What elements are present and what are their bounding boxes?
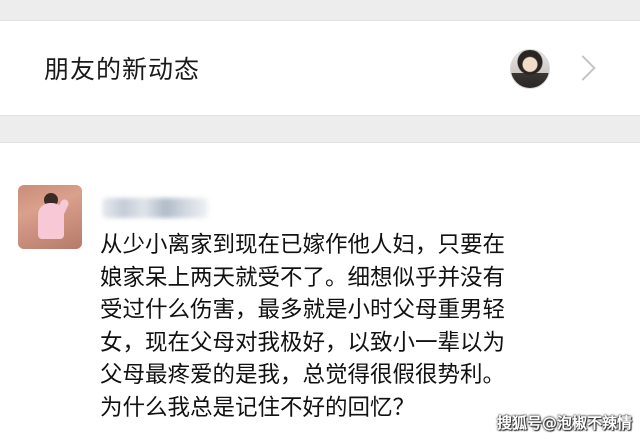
post-body: 从少小离家到现在已嫁作他人妇，只要在 娘家呆上两天就受不了。细想似乎并没有 受过… [100,229,600,424]
chevron-right-icon [570,55,596,81]
source-watermark: 搜狐号@泡椒不辣情 [496,414,632,432]
post-line: 娘家呆上两天就受不了。细想似乎并没有 [100,264,506,291]
post-line: 女，现在父母对我极好，以致小一辈以为 [100,329,506,356]
friends-updates-row[interactable]: 朋友的新动态 [0,20,640,116]
top-strip [0,0,640,20]
friends-updates-title: 朋友的新动态 [44,55,201,84]
post-card: 从少小离家到现在已嫁作他人妇，只要在 娘家呆上两天就受不了。细想似乎并没有 受过… [0,142,640,440]
author-name-blurred[interactable] [102,198,208,218]
post-line: 从少小离家到现在已嫁作他人妇，只要在 [100,232,506,258]
post-line: 父母最疼爱的是我，总觉得很假很势利。 [100,362,506,388]
friend-avatar [510,49,550,89]
post-line: 受过什么伤害，最多就是小时父母重男轻 [100,297,506,323]
author-avatar[interactable] [18,185,82,249]
